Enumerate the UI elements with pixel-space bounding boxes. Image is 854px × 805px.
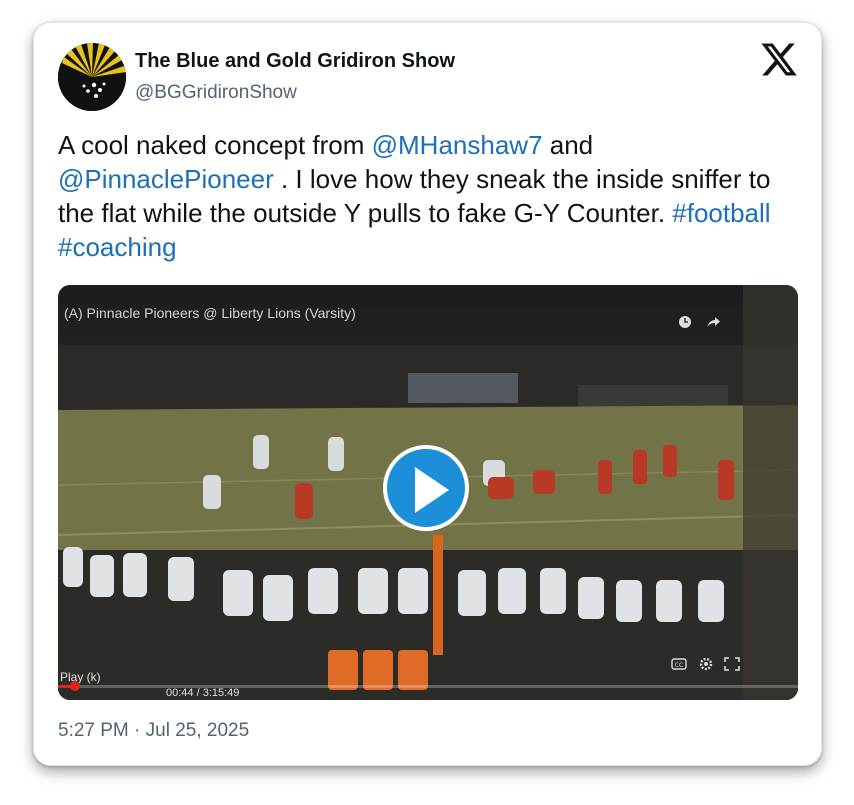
play-icon <box>415 467 449 513</box>
fullscreen-icon[interactable] <box>724 657 740 671</box>
account-handle[interactable]: @BGGridironShow <box>135 82 297 104</box>
svg-text:CC: CC <box>675 662 683 669</box>
video-player[interactable]: (A) Pinnacle Pioneers @ Liberty Lions (V… <box>58 285 798 700</box>
mention-link[interactable]: @PinnaclePioneer <box>58 164 274 194</box>
tweet-text-segment: and <box>542 130 594 160</box>
account-display-name[interactable]: The Blue and Gold Gridiron Show <box>135 50 455 73</box>
video-top-controls <box>668 315 720 334</box>
video-time: 00:44 / 3:15:49 <box>166 687 240 699</box>
progress-handle[interactable] <box>70 681 80 691</box>
tweet-card: The Blue and Gold Gridiron Show @BGGridi… <box>33 22 822 766</box>
tweet-text: A cool naked concept from @MHanshaw7 and… <box>58 128 798 264</box>
cc-icon[interactable]: CC <box>671 657 687 671</box>
x-logo-icon[interactable] <box>761 43 797 77</box>
hashtag-link[interactable]: #coaching <box>58 232 177 262</box>
hashtag-link[interactable]: #football <box>672 198 770 228</box>
mention-link[interactable]: @MHanshaw7 <box>372 130 543 160</box>
tweet-text-segment: A cool naked concept from <box>58 130 372 160</box>
tweet-timestamp[interactable]: 5:27 PM · Jul 25, 2025 <box>58 720 249 742</box>
profile-avatar[interactable] <box>58 43 126 111</box>
clock-icon[interactable] <box>678 315 692 329</box>
video-bottom-controls: CC <box>665 657 740 676</box>
play-shortcut-label: Play (k) <box>60 670 101 684</box>
avatar-image <box>58 43 126 111</box>
video-title: (A) Pinnacle Pioneers @ Liberty Lions (V… <box>64 305 356 321</box>
settings-icon[interactable] <box>698 657 714 671</box>
share-icon[interactable] <box>706 315 720 329</box>
play-button[interactable] <box>383 445 469 531</box>
